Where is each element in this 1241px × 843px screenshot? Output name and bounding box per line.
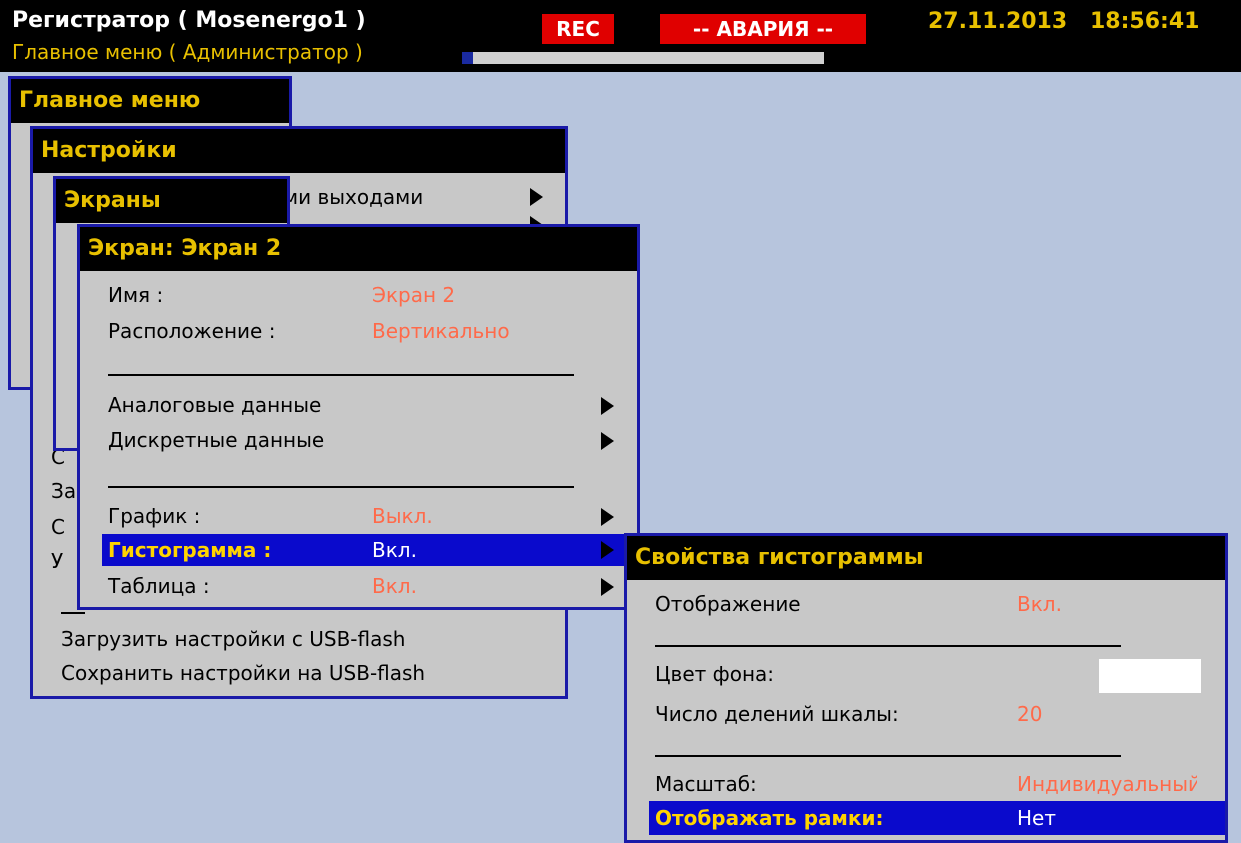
separator <box>108 374 574 376</box>
settings-title: Настройки <box>33 129 565 173</box>
scale-value[interactable]: Индивидуальный <box>1017 772 1197 796</box>
separator <box>655 755 1121 757</box>
rec-indicator: REC <box>542 14 614 44</box>
table-item[interactable]: Таблица : <box>108 574 210 598</box>
menu-item-cut[interactable]: За <box>51 479 76 503</box>
submenu-arrow-icon <box>530 188 543 206</box>
display-value[interactable]: Вкл. <box>1017 592 1062 616</box>
display-label[interactable]: Отображение <box>655 592 801 616</box>
date-display: 27.11.2013 <box>928 9 1068 34</box>
device-title: Регистратор ( Mosenergo1 ) <box>12 8 366 33</box>
separator <box>655 645 1121 647</box>
menu-item-save-usb[interactable]: Сохранить настройки на USB-flash <box>61 661 425 685</box>
layout-label[interactable]: Расположение : <box>108 319 275 343</box>
separator <box>108 486 574 488</box>
top-status-bar: Регистратор ( Mosenergo1 ) Главное меню … <box>0 0 1241 72</box>
submenu-arrow-icon <box>601 541 614 559</box>
submenu-arrow-icon <box>601 432 614 450</box>
show-frames-value: Нет <box>1017 806 1056 830</box>
progress-fill <box>462 52 473 64</box>
histogram-value: Вкл. <box>372 538 417 562</box>
screen-name-value[interactable]: Экран 2 <box>372 283 455 307</box>
histogram-properties-title: Свойства гистограммы <box>627 536 1225 580</box>
analog-data-item[interactable]: Аналоговые данные <box>108 393 321 417</box>
histogram-properties-window: Свойства гистограммы Отображение Вкл. Цв… <box>624 533 1228 843</box>
screen-name-label[interactable]: Имя : <box>108 283 163 307</box>
screen-settings-window: Экран: Экран 2 Имя : Экран 2 Расположени… <box>77 224 640 610</box>
discrete-data-item[interactable]: Дискретные данные <box>108 428 324 452</box>
histogram-label: Гистограмма : <box>108 538 272 562</box>
scale-divisions-value[interactable]: 20 <box>1017 702 1042 726</box>
screen-settings-title: Экран: Экран 2 <box>80 227 637 271</box>
alarm-indicator: -- АВАРИЯ -- <box>660 14 866 44</box>
time-display: 18:56:41 <box>1090 9 1200 34</box>
menu-item-load-usb[interactable]: Загрузить настройки с USB-flash <box>61 627 405 651</box>
graph-value[interactable]: Выкл. <box>372 504 433 528</box>
progress-bar <box>462 52 824 64</box>
menu-item-cut[interactable]: У <box>51 549 63 573</box>
scale-divisions-label[interactable]: Число делений шкалы: <box>655 702 899 726</box>
table-value[interactable]: Вкл. <box>372 574 417 598</box>
main-menu-title: Главное меню <box>11 79 289 123</box>
submenu-arrow-icon <box>601 508 614 526</box>
graph-item[interactable]: График : <box>108 504 200 528</box>
menu-item-cut[interactable]: С <box>51 515 65 539</box>
background-color-swatch[interactable] <box>1099 659 1201 693</box>
background-color-label[interactable]: Цвет фона: <box>655 662 774 686</box>
menu-path: Главное меню ( Администратор ) <box>12 40 363 64</box>
layout-value[interactable]: Вертикально <box>372 319 510 343</box>
screens-title: Экраны <box>56 179 287 223</box>
menu-item-outputs-partial[interactable]: ми выходами <box>283 185 423 209</box>
submenu-arrow-icon <box>601 578 614 596</box>
scale-label[interactable]: Масштаб: <box>655 772 757 796</box>
submenu-arrow-icon <box>601 397 614 415</box>
show-frames-label: Отображать рамки: <box>655 806 884 830</box>
separator <box>61 612 85 614</box>
